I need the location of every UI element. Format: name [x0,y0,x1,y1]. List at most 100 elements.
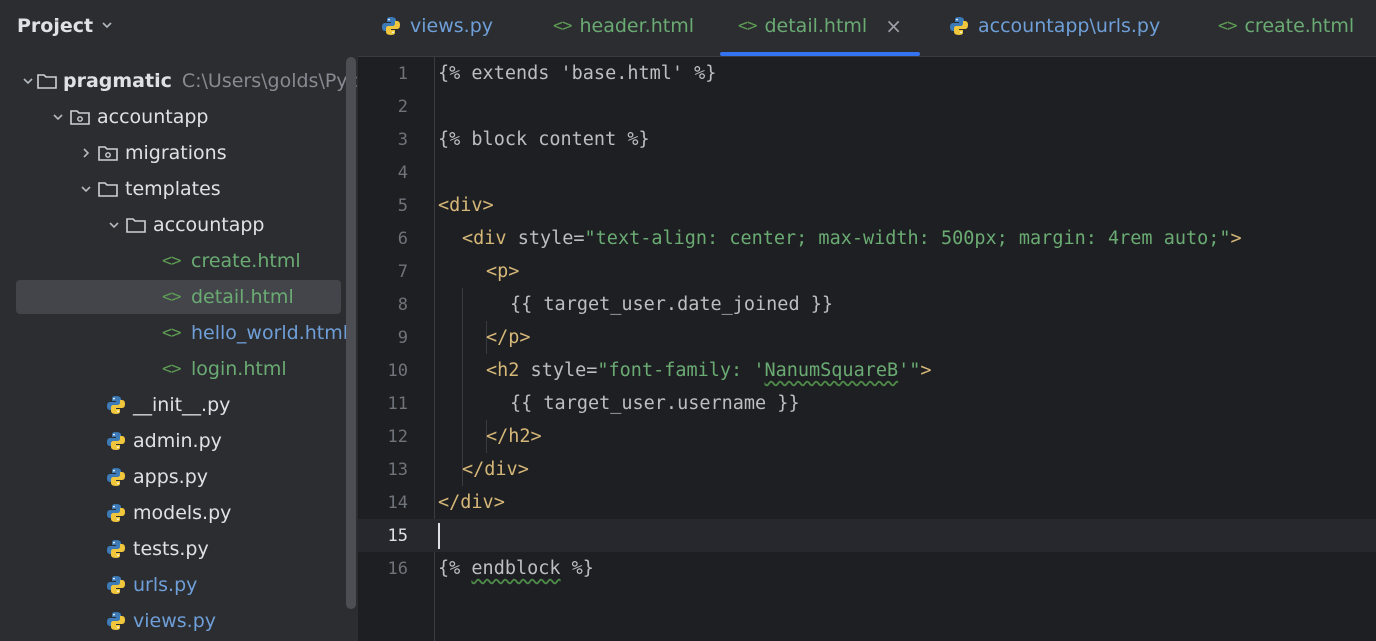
html-file-icon: <> [162,359,181,379]
code-line: 10 <h2 style="font-family: 'NanumSquareB… [358,354,1376,387]
line-number: 3 [397,129,408,150]
tree-item-admin-py[interactable]: admin.py [0,423,358,459]
tree-item-label: login.html [191,358,287,380]
tree-item-label: pragmatic [62,70,172,92]
tree-item-accountapp[interactable]: accountapp [0,99,358,135]
tab-label: accountapp\urls.py [978,15,1161,37]
folder-icon [96,179,120,199]
line-number: 12 [387,426,408,447]
html-tag: > [1230,228,1242,249]
html-file-icon: <> [738,16,758,36]
tree-item-models-py[interactable]: models.py [0,495,358,531]
tree-item-migrations[interactable]: migrations [0,135,358,171]
editor-tab-bar: views.py <> header.html <> detail.html ×… [358,0,1376,57]
python-file-icon [104,395,128,415]
tree-item-views-py[interactable]: views.py [0,603,358,639]
tree-item-hello-world-html[interactable]: <> hello_world.html [0,315,358,351]
code-text: <p> [486,261,519,282]
tree-item-templates[interactable]: templates [0,171,358,207]
tree-item-init-py[interactable]: __init__.py [0,387,358,423]
python-file-icon [104,431,128,451]
code-line: 2 [358,90,1376,123]
line-number: 14 [387,492,408,513]
tab-label: detail.html [764,15,868,37]
html-file-icon: <> [553,16,573,36]
close-icon[interactable]: × [885,14,902,38]
tree-item-tests-py[interactable]: tests.py [0,531,358,567]
tree-item-label: admin.py [133,430,222,452]
html-file-icon: <> [162,287,181,307]
code-text: </div> [438,492,505,513]
tab-accountapp-urls-py[interactable]: accountapp\urls.py [948,0,1160,52]
html-tag: <div [462,228,507,249]
tree-item-login-html[interactable]: <> login.html [0,351,358,387]
tree-item-root[interactable]: pragmatic C:\Users\golds\Pyc [0,63,358,99]
code-text: {% extends 'base.html' %} [438,63,716,84]
tab-views-py[interactable]: views.py [380,0,493,52]
tree-item-templates-accountapp[interactable]: accountapp [0,207,358,243]
chevron-down-icon[interactable] [104,219,124,231]
code-line: 9 </p> [358,321,1376,354]
code-line: 12 </h2> [358,420,1376,453]
tree-item-label: templates [125,178,221,200]
code-text: <div> [438,195,494,216]
html-tag: <p> [486,261,520,282]
python-file-icon [380,15,402,37]
tree-item-create-html[interactable]: <> create.html [0,243,358,279]
line-number: 6 [397,228,408,249]
module-folder-icon [68,107,92,127]
code-text: </div> [462,459,529,480]
tree-item-label: accountapp [153,214,265,236]
line-number: 13 [387,459,408,480]
html-file-icon: <> [162,323,181,343]
line-number: 8 [397,294,408,315]
python-file-icon [104,575,128,595]
chevron-down-icon[interactable] [20,75,36,87]
tree-item-detail-html[interactable]: <> detail.html [0,279,358,315]
line-number: 7 [397,261,408,282]
chevron-down-icon[interactable] [76,183,96,195]
attribute-value-typo: NanumSquareB [764,360,899,381]
tree-item-urls-py[interactable]: urls.py [0,567,358,603]
code-line-current: 15 [358,519,1376,552]
code-text: </p> [486,327,531,348]
chevron-right-icon[interactable] [76,147,96,159]
tree-item-label: accountapp [97,106,209,128]
code-line: 13 </div> [358,453,1376,486]
tree-item-apps-py[interactable]: apps.py [0,459,358,495]
python-file-icon [948,15,970,37]
html-file-icon: <> [162,251,181,271]
html-tag: </h2> [486,426,542,447]
html-file-icon: <> [1218,16,1238,36]
folder-icon [36,71,58,91]
tab-create-html[interactable]: <> create.html [1218,0,1354,52]
project-scrollbar[interactable] [346,57,356,609]
tab-header-html[interactable]: <> header.html [553,0,694,52]
tab-label: header.html [579,15,694,37]
python-file-icon [104,503,128,523]
tree-item-label: models.py [133,502,232,524]
code-line: 7 <p> [358,255,1376,288]
template-expression: {{ target_user.date_joined }} [510,294,834,315]
code-text: <h2 style="font-family: 'NanumSquareB'"> [486,360,932,381]
chevron-down-icon[interactable] [48,111,68,123]
python-file-icon [104,539,128,559]
line-number: 15 [387,525,408,546]
code-text: {{ target_user.username }} [510,393,800,414]
tab-detail-html[interactable]: <> detail.html × [720,0,920,56]
template-expression: {{ target_user.username }} [510,393,800,414]
code-editor[interactable]: 1 {% extends 'base.html' %} 2 3 {% block… [358,57,1376,641]
module-folder-icon [96,143,120,163]
tree-item-label: tests.py [133,538,209,560]
template-keyword-typo: endblock [471,558,561,579]
line-number: 4 [397,162,408,183]
code-line: 5 <div> [358,189,1376,222]
project-view-selector[interactable]: Project [17,12,113,40]
line-number: 1 [397,63,408,84]
project-panel: Project pragmatic C:\Users\golds\Pyc acc… [0,0,358,641]
code-line: 4 [358,156,1376,189]
html-attribute: style= [519,360,598,381]
code-line: 3 {% block content %} [358,123,1376,156]
line-number: 11 [387,393,408,414]
template-tag: {% extends 'base.html' %} [438,63,717,84]
